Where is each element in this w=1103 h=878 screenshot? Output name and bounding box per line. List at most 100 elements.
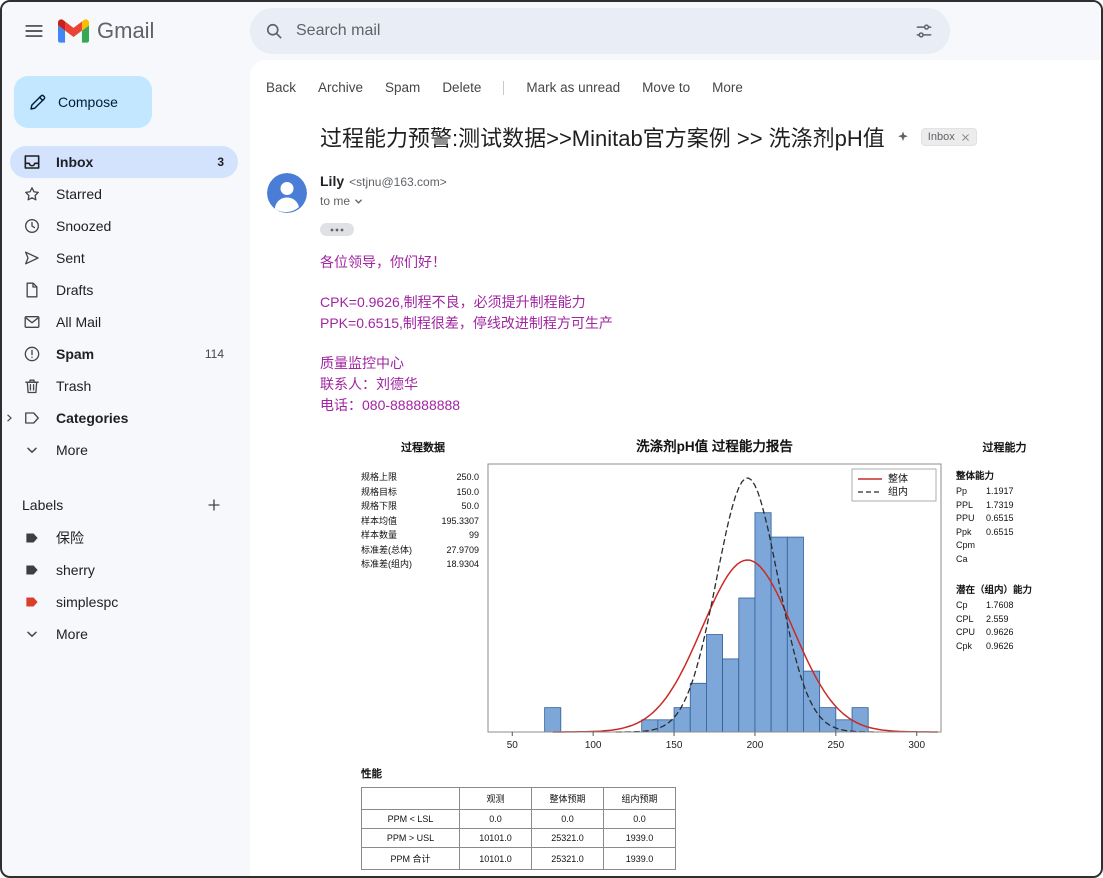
compose-label: Compose	[58, 94, 118, 110]
sidebar-item-snoozed[interactable]: Snoozed	[10, 210, 238, 242]
summarize-sparkle-icon[interactable]	[895, 129, 911, 145]
performance-header-cell: 组内预期	[604, 788, 676, 810]
main-menu-button[interactable]	[14, 11, 54, 51]
x-tick-label: 150	[666, 740, 683, 751]
gmail-logo-text: Gmail	[97, 18, 154, 44]
performance-title: 性能	[361, 766, 1071, 781]
unread-count: 3	[217, 155, 224, 169]
send-icon	[22, 248, 42, 268]
sidebar-item-all-mail[interactable]: All Mail	[10, 306, 238, 338]
capability-row: PPU0.6515	[956, 512, 1067, 526]
search-input[interactable]	[294, 21, 894, 41]
trash-icon	[22, 376, 42, 396]
expand-arrow-icon[interactable]	[2, 411, 16, 425]
sidebar-item-drafts[interactable]: Drafts	[10, 274, 238, 306]
chip-label: Inbox	[928, 131, 955, 143]
capability-row: Ppk0.6515	[956, 526, 1067, 540]
x-tick-label: 100	[585, 740, 602, 751]
toolbar-divider	[503, 81, 504, 95]
sender-name: Lily	[320, 173, 344, 189]
search-options-button[interactable]	[904, 11, 944, 51]
gmail-logo-icon	[58, 19, 89, 43]
chevron-down-icon	[22, 440, 42, 460]
label-tag-icon	[22, 408, 42, 428]
move-to-button[interactable]: Move to	[642, 80, 690, 95]
email-view: Back Archive Spam Delete Mark as unread …	[250, 60, 1101, 878]
capability-row: CPL2.559	[956, 613, 1067, 627]
histogram-bar	[545, 708, 561, 732]
sidebar-item-inbox[interactable]: Inbox 3	[10, 146, 238, 178]
histogram-bar	[739, 598, 755, 732]
archive-button[interactable]: Archive	[318, 80, 363, 95]
legend-label: 组内	[888, 485, 908, 498]
report-spam-button[interactable]: Spam	[385, 80, 420, 95]
label-name: sherry	[56, 562, 224, 578]
gmail-window: Gmail Compose Inbox 3 Starre	[0, 0, 1103, 878]
sidebar-item-label: More	[56, 442, 210, 458]
sidebar-item-trash[interactable]: Trash	[10, 370, 238, 402]
performance-cell: 0.0	[532, 810, 604, 829]
show-trimmed-content-button[interactable]	[320, 223, 354, 236]
spam-icon	[22, 344, 42, 364]
delete-button[interactable]: Delete	[442, 80, 481, 95]
body-line: 各位领导，你们好！	[320, 252, 1101, 273]
gmail-logo[interactable]: Gmail	[58, 18, 154, 44]
mark-unread-button[interactable]: Mark as unread	[526, 80, 620, 95]
performance-cell: 25321.0	[532, 848, 604, 870]
subject-row: 过程能力预警:测试数据>>Minitab官方案例 >> 洗涤剂pH值 Inbox	[320, 121, 1101, 153]
back-button[interactable]: Back	[266, 80, 296, 95]
sidebar-item-label: All Mail	[56, 314, 210, 330]
report-middle: 规格上限250.0规格目标150.0规格下限50.0样本均值195.3307样本…	[359, 460, 1071, 760]
chip-remove-icon[interactable]	[961, 133, 970, 142]
more-button[interactable]: More	[712, 80, 743, 95]
inbox-label-chip[interactable]: Inbox	[921, 128, 977, 146]
histogram-bar	[771, 537, 787, 732]
sidebar-item-more[interactable]: More	[10, 434, 238, 466]
performance-row: PPM 合计10101.025321.01939.0	[362, 848, 676, 870]
create-label-button[interactable]	[202, 493, 226, 517]
label-name: More	[56, 626, 224, 642]
label-item-insurance[interactable]: 保险	[10, 522, 238, 554]
sender-avatar[interactable]	[267, 173, 307, 213]
process-data-row: 标准差(组内)18.9304	[361, 557, 479, 572]
report-headers: 过程数据 洗涤剂pH值 过程能力报告 过程能力	[359, 435, 1071, 455]
performance-cell: 0.0	[460, 810, 532, 829]
label-item-more[interactable]: More	[10, 618, 238, 650]
label-item-simplespc[interactable]: simplespc	[10, 586, 238, 618]
sidebar-item-label: Drafts	[56, 282, 210, 298]
sidebar: Compose Inbox 3 Starred Snoozed Sent	[2, 60, 250, 878]
inbox-icon	[22, 152, 42, 172]
dropdown-caret-icon	[354, 197, 363, 206]
sidebar-item-starred[interactable]: Starred	[10, 178, 238, 210]
overall-capability-rows: Pp1.1917PPL1.7319PPU0.6515Ppk0.6515CpmCa	[956, 485, 1067, 566]
histogram-bar	[706, 635, 722, 732]
gmail-header: Gmail	[2, 2, 1101, 60]
three-dots-icon	[329, 227, 345, 233]
plus-icon	[205, 496, 223, 514]
performance-section: 性能 观测整体预期组内预期PPM < LSL0.00.00.0PPM > USL…	[359, 766, 1071, 870]
performance-row: PPM < LSL0.00.00.0	[362, 810, 676, 829]
clock-icon	[22, 216, 42, 236]
within-capability-title: 潜在（组内）能力	[956, 582, 1067, 596]
performance-header-cell: 观测	[460, 788, 532, 810]
sidebar-item-label: Categories	[56, 410, 210, 426]
search-bar[interactable]	[250, 8, 950, 54]
capability-row: Ca	[956, 553, 1067, 567]
sidebar-item-sent[interactable]: Sent	[10, 242, 238, 274]
capability-panel: 整体能力 Pp1.1917PPL1.7319PPU0.6515Ppk0.6515…	[942, 460, 1067, 760]
sidebar-item-spam[interactable]: Spam 114	[10, 338, 238, 370]
x-tick-label: 50	[507, 740, 519, 751]
process-data-row: 样本数量99	[361, 528, 479, 543]
performance-cell: 0.0	[604, 810, 676, 829]
capability-row: CPU0.9626	[956, 626, 1067, 640]
capability-title: 过程能力	[942, 439, 1067, 455]
recipient-dropdown[interactable]: to me	[320, 194, 447, 208]
label-item-sherry[interactable]: sherry	[10, 554, 238, 586]
histogram-bar	[674, 708, 690, 732]
sender-info: Lily<stjnu@163.com> to me	[320, 173, 447, 213]
sidebar-item-categories[interactable]: Categories	[10, 402, 238, 434]
performance-cell: 1939.0	[604, 848, 676, 870]
compose-button[interactable]: Compose	[14, 76, 152, 128]
performance-cell: 1939.0	[604, 829, 676, 848]
search-icon[interactable]	[264, 21, 284, 41]
